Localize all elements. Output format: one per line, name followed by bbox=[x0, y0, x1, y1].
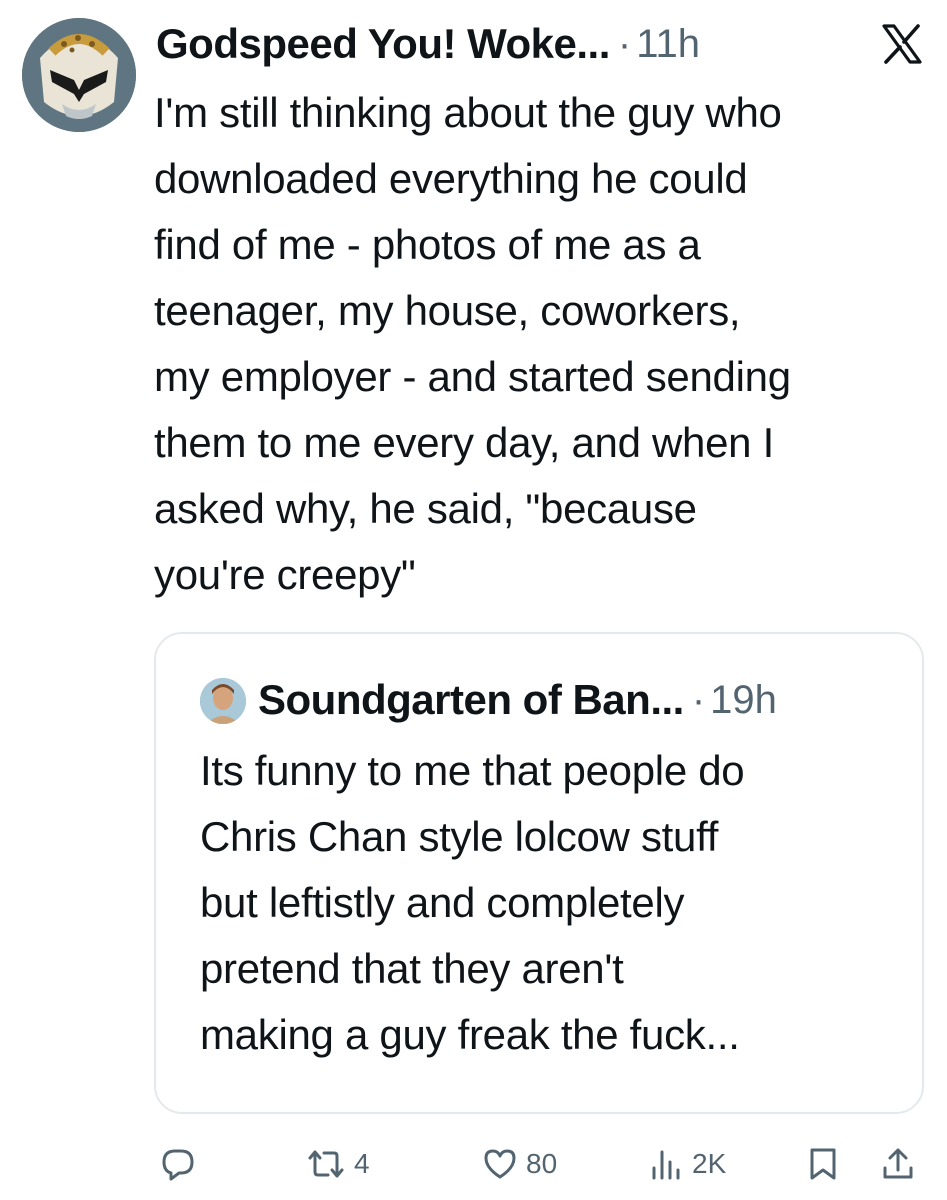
like-count: 80 bbox=[526, 1148, 558, 1179]
x-logo-icon bbox=[880, 22, 924, 66]
tweet-actions-bar: 4 80 2K bbox=[0, 1136, 947, 1192]
quoted-separator: · bbox=[691, 677, 706, 722]
quoted-author-name: Soundgarten of Ban... bbox=[258, 676, 684, 723]
reply-icon bbox=[162, 1149, 194, 1181]
retweet-count: 4 bbox=[354, 1148, 370, 1179]
separator: · bbox=[617, 21, 632, 66]
share-icon bbox=[883, 1148, 913, 1179]
reply-button[interactable] bbox=[160, 1136, 196, 1192]
like-button[interactable]: 80 bbox=[482, 1136, 557, 1192]
heart-icon bbox=[484, 1149, 516, 1179]
bookmark-button[interactable] bbox=[806, 1136, 840, 1192]
quoted-tweet-card[interactable]: Soundgarten of Ban... · 19h Its funny to… bbox=[154, 632, 924, 1114]
tweet-header: Godspeed You! Woke... · 11h bbox=[156, 14, 926, 74]
author-avatar[interactable] bbox=[22, 18, 136, 132]
views-count: 2K bbox=[692, 1148, 727, 1179]
portrait-avatar-icon bbox=[200, 678, 246, 724]
retweet-button[interactable]: 4 bbox=[306, 1136, 370, 1192]
tweet-time[interactable]: 11h bbox=[636, 22, 700, 67]
quoted-author-avatar bbox=[200, 678, 246, 724]
views-icon bbox=[652, 1150, 680, 1180]
tweet-text: I'm still thinking about the guy who dow… bbox=[154, 89, 791, 598]
quoted-tweet-header: Soundgarten of Ban... · 19h bbox=[258, 670, 777, 730]
views-button[interactable]: 2K bbox=[648, 1136, 726, 1192]
share-button[interactable] bbox=[880, 1136, 916, 1192]
quoted-tweet-text: Its funny to me that people do Chris Cha… bbox=[200, 747, 745, 1058]
author-name[interactable]: Godspeed You! Woke... bbox=[156, 20, 610, 68]
retweet-icon bbox=[308, 1150, 344, 1178]
quoted-tweet-time: 19h bbox=[710, 677, 777, 722]
bookmark-icon bbox=[810, 1148, 836, 1180]
helmet-avatar-icon bbox=[22, 18, 136, 132]
